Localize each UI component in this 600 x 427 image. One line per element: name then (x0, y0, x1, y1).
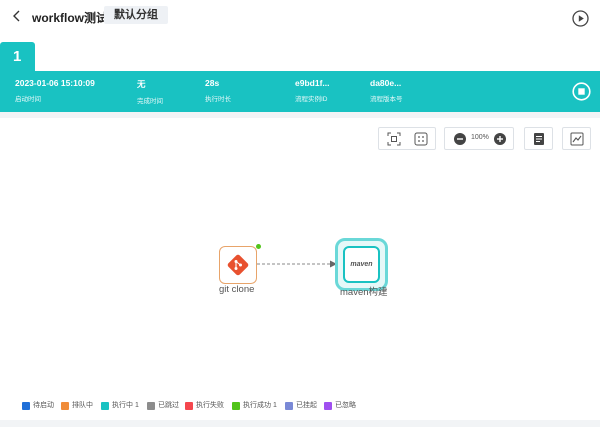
info-label: 流程版本号 (370, 96, 403, 103)
info-label: 执行时长 (205, 96, 231, 103)
info-value: da80e... (370, 78, 402, 88)
info-value: e9bd1f... (295, 78, 330, 88)
info-instance-id: e9bd1f... 流程实例ID (295, 78, 329, 103)
git-icon (227, 254, 249, 276)
run-tab[interactable]: 1 (0, 42, 35, 72)
page-title: workflow测试 (32, 11, 109, 25)
info-label: 启动时间 (15, 96, 41, 103)
maven-icon: maven (343, 246, 380, 283)
info-version: da80e... 流程版本号 (370, 78, 403, 103)
legend-label: 执行失败 (196, 402, 224, 409)
legend-label: 执行成功 1 (243, 402, 277, 409)
info-value: 28s (205, 78, 220, 88)
play-icon[interactable] (572, 10, 589, 27)
info-value: 无 (137, 79, 146, 89)
info-finish-time: 无 完成时间 (137, 78, 163, 105)
legend-label: 待启动 (33, 402, 54, 409)
info-label: 完成时间 (137, 98, 163, 105)
legend-label: 已忽略 (335, 402, 356, 409)
legend-label: 排队中 (72, 402, 93, 409)
info-label: 流程实例ID (295, 96, 328, 103)
legend-swatch (324, 402, 332, 410)
run-info-banner: 2023-01-06 15:10:09 启动时间 无 完成时间 28s 执行时长… (0, 71, 600, 112)
legend-swatch (285, 402, 293, 410)
node-label: maven构建 (340, 287, 388, 298)
legend-swatch (185, 402, 193, 410)
legend-label: 已跳过 (158, 402, 179, 409)
legend-swatch (101, 402, 109, 410)
edge-arrow (257, 260, 337, 268)
info-start-time: 2023-01-06 15:10:09 启动时间 (15, 78, 95, 103)
legend-swatch (22, 402, 30, 410)
node-git-clone[interactable] (219, 244, 261, 284)
chevron-left-icon[interactable] (10, 9, 24, 23)
info-duration: 28s 执行时长 (205, 78, 231, 103)
status-dot (256, 244, 261, 249)
bottom-divider (0, 420, 600, 427)
legend-label: 已挂起 (296, 402, 317, 409)
legend-swatch (232, 402, 240, 410)
info-value: 2023-01-06 15:10:09 (15, 78, 95, 88)
stop-icon[interactable] (572, 82, 591, 101)
header: workflow测试 默认分组 (0, 0, 600, 40)
legend-label: 执行中 1 (112, 402, 139, 409)
legend-swatch (147, 402, 155, 410)
legend-swatch (61, 402, 69, 410)
group-badge: 默认分组 (104, 6, 168, 24)
node-label: git clone (219, 284, 255, 295)
